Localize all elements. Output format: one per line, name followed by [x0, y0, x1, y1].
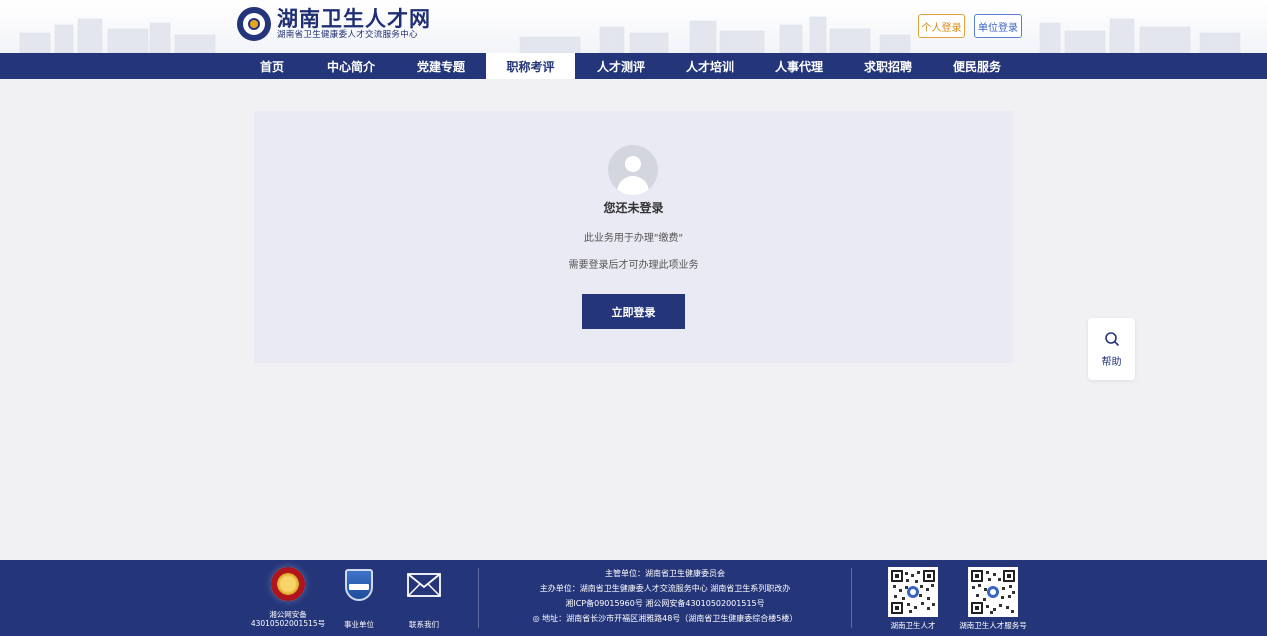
site-logo[interactable]: 湖南卫生人才网 湖南省卫生健康委人才交流服务中心 [237, 7, 431, 41]
nav-item-title-evaluation[interactable]: 职称考评 [486, 53, 575, 79]
qr-code-service [968, 567, 1018, 617]
nav-item-party[interactable]: 党建专题 [404, 53, 478, 79]
help-label: 帮助 [1101, 357, 1122, 368]
nav-item-talent-assessment[interactable]: 人才测评 [584, 53, 658, 79]
nav-item-public-service[interactable]: 便民服务 [940, 53, 1014, 79]
unit-badge-icon[interactable] [345, 569, 373, 601]
login-now-button[interactable]: 立即登录 [582, 294, 685, 329]
logo-title: 湖南卫生人才网 [277, 6, 431, 31]
nav-item-about[interactable]: 中心简介 [314, 53, 388, 79]
logo-subtitle: 湖南省卫生健康委人才交流服务中心 [277, 29, 418, 40]
footer-divider [851, 568, 852, 628]
footer-divider [478, 568, 479, 628]
unit-login-button[interactable]: 单位登录 [974, 14, 1022, 38]
qr-talent-label: 湖南卫生人才 [890, 621, 936, 630]
qr-code-icon [971, 570, 1015, 614]
contact-us-link[interactable]: 联系我们 [399, 620, 449, 629]
search-icon [1105, 332, 1119, 346]
mail-icon[interactable] [407, 573, 441, 597]
personal-login-button[interactable]: 个人登录 [918, 14, 965, 38]
site-header: 湖南卫生人才网 湖南省卫生健康委人才交流服务中心 个人登录 单位登录 [0, 0, 1267, 53]
footer-supervisor: 主管单位：湖南省卫生健康委员会 [605, 569, 725, 578]
login-required-text: 需要登录后才可办理此项业务 [568, 260, 699, 271]
police-record-line-1: 湘公网安备 [269, 610, 307, 619]
footer-icp[interactable]: 湘ICP备09015960号 湘公网安备43010502001515号 [480, 598, 850, 611]
login-required-card: 您还未登录 此业务用于办理"缴费" 需要登录后才可办理此项业务 立即登录 [254, 111, 1013, 363]
user-avatar-icon [608, 145, 658, 195]
help-float-button[interactable]: 帮助 [1088, 318, 1135, 380]
nav-item-home[interactable]: 首页 [245, 53, 299, 79]
footer-address-text: 地址：湖南省长沙市开福区湘雅路48号（湖南省卫生健康委综合楼5楼） [542, 614, 798, 623]
qr-code-icon [891, 570, 935, 614]
unit-label[interactable]: 事业单位 [334, 620, 384, 629]
main-nav: 首页 中心简介 党建专题 职称考评 人才测评 人才培训 人事代理 求职招聘 便民… [0, 53, 1267, 79]
nav-item-talent-training[interactable]: 人才培训 [673, 53, 747, 79]
footer-address: ◎ 地址：湖南省长沙市开福区湘雅路48号（湖南省卫生健康委综合楼5楼） [480, 613, 850, 626]
business-purpose-text: 此业务用于办理"缴费" [583, 233, 684, 244]
logo-emblem-icon [237, 7, 271, 41]
qr-service-label: 湖南卫生人才服务号 [959, 621, 1027, 630]
footer-organizer: 主办单位：湖南省卫生健康委人才交流服务中心 湖南省卫生系列职改办 [539, 584, 791, 593]
qr-code-talent [888, 567, 938, 617]
city-skyline-decoration [19, 16, 1241, 53]
police-record-label[interactable]: 湘公网安备 43010502001515号 [244, 610, 332, 628]
police-record-line-2: 43010502001515号 [250, 619, 326, 628]
nav-item-job-recruitment[interactable]: 求职招聘 [851, 53, 925, 79]
nav-item-personnel-agency[interactable]: 人事代理 [762, 53, 836, 79]
location-pin-icon: ◎ [532, 614, 540, 623]
not-logged-in-title: 您还未登录 [603, 201, 664, 215]
police-emblem-icon[interactable] [271, 567, 305, 601]
site-footer: 湘公网安备 43010502001515号 事业单位 联系我们 主管单位：湖南省… [0, 560, 1267, 636]
